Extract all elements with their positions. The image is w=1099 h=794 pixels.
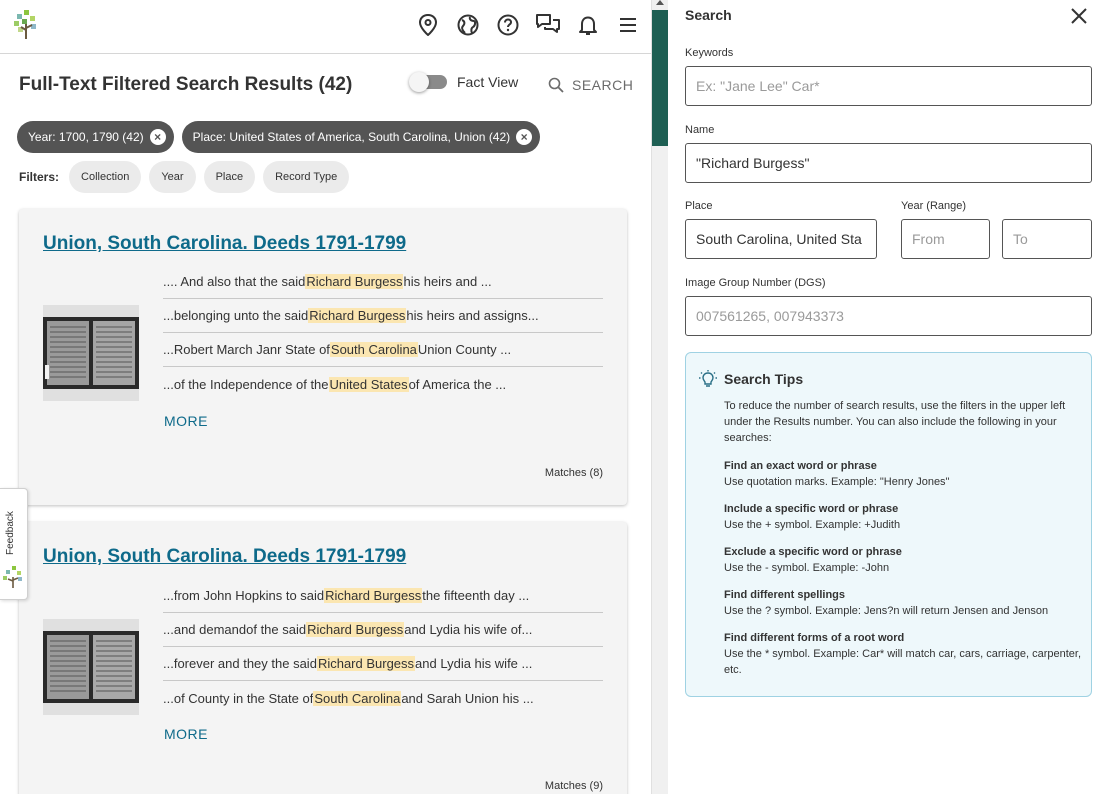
highlight: Richard Burgess	[305, 274, 404, 289]
search-button-label: SEARCH	[572, 77, 634, 93]
result-title-link[interactable]: Union, South Carolina. Deeds 1791-1799	[43, 233, 406, 255]
search-tips-box: Search Tips To reduce the number of sear…	[685, 352, 1092, 697]
filter-place[interactable]: Place	[203, 161, 256, 193]
location-pin-icon[interactable]	[415, 12, 441, 38]
active-filter-chip-year[interactable]: Year: 1700, 1790 (42) ×	[17, 121, 174, 153]
snippet: ...and demandof the said Richard Burgess…	[163, 613, 603, 647]
lightbulb-icon	[698, 369, 718, 389]
feedback-tab[interactable]: Feedback	[0, 488, 28, 600]
scroll-up-arrow-icon[interactable]	[656, 0, 664, 5]
search-icon	[548, 77, 564, 93]
matches-count: Matches (8)	[544, 467, 603, 479]
tip-item: Find different forms of a root word Use …	[724, 630, 1084, 678]
place-input[interactable]: South Carolina, United Sta	[685, 219, 877, 259]
filter-year[interactable]: Year	[149, 161, 196, 193]
tip-body: Use quotation marks. Example: "Henry Jon…	[724, 476, 950, 488]
familysearch-logo-icon[interactable]	[12, 8, 40, 40]
result-title-link[interactable]: Union, South Carolina. Deeds 1791-1799	[43, 546, 406, 568]
highlight: South Carolina	[329, 342, 418, 357]
filters-label: Filters:	[19, 170, 60, 184]
help-icon[interactable]	[495, 12, 521, 38]
tip-heading: Exclude a specific word or phrase	[724, 546, 902, 558]
results-panel: Full-Text Filtered Search Results (42) F…	[0, 0, 651, 794]
name-label: Name	[685, 124, 715, 136]
year-from-input[interactable]: From	[901, 219, 990, 259]
year-range-label: Year (Range)	[901, 200, 967, 212]
more-link[interactable]: MORE	[164, 726, 208, 742]
filter-record-type[interactable]: Record Type	[263, 161, 350, 193]
snippet: ...of County in the State of South Carol…	[163, 690, 534, 706]
highlight: Richard Burgess	[306, 622, 405, 637]
remove-filter-icon[interactable]: ×	[516, 129, 533, 145]
active-filter-chips: Year: 1700, 1790 (42) × Place: United St…	[17, 121, 541, 153]
remove-filter-icon[interactable]: ×	[149, 129, 166, 145]
place-label: Place	[685, 200, 713, 212]
search-panel: Search Keywords Ex: "Jane Lee" Car* Name…	[668, 0, 1099, 794]
snippet-list: .... And also that the said Richard Burg…	[163, 265, 603, 401]
tip-item: Include a specific word or phrase Use th…	[724, 501, 1084, 533]
tip-item: Find an exact word or phrase Use quotati…	[724, 458, 1084, 490]
globe-icon[interactable]	[455, 12, 481, 38]
chip-label: Year: 1700, 1790 (42)	[28, 130, 144, 144]
toggle-knob[interactable]	[409, 72, 429, 92]
matches-count: Matches (9)	[544, 780, 603, 792]
dgs-input[interactable]: 007561265, 007943373	[685, 296, 1092, 336]
tip-body: Use the + symbol. Example: +Judith	[724, 519, 901, 531]
top-bar	[0, 0, 651, 54]
tip-body: Use the - symbol. Example: -John	[724, 562, 890, 574]
highlight: Richard Burgess	[316, 656, 416, 671]
search-tips-intro: To reduce the number of search results, …	[724, 400, 1066, 444]
record-thumbnail[interactable]	[43, 619, 139, 715]
snippet: .... And also that the said Richard Burg…	[163, 265, 603, 299]
active-filter-chip-place[interactable]: Place: United States of America, South C…	[181, 121, 541, 153]
snippet: ...from John Hopkins to said Richard Bur…	[163, 579, 603, 613]
scrollbar-thumb[interactable]	[652, 10, 669, 146]
tip-heading: Find different forms of a root word	[724, 632, 905, 644]
snippet: ...Robert March Janr State of South Caro…	[163, 333, 603, 367]
tip-heading: Find an exact word or phrase	[724, 460, 877, 472]
name-input[interactable]: "Richard Burgess"	[685, 143, 1092, 183]
search-panel-title: Search	[685, 7, 732, 23]
record-thumbnail[interactable]	[43, 305, 139, 401]
feedback-logo-icon	[3, 566, 22, 588]
tip-item: Find different spellings Use the ? symbo…	[724, 587, 1084, 619]
results-scrollbar[interactable]	[651, 0, 669, 794]
fact-view-label: Fact View	[457, 74, 519, 90]
menu-icon[interactable]	[615, 12, 641, 38]
tip-body: Use the * symbol. Example: Car* will mat…	[724, 648, 1082, 676]
search-button[interactable]: SEARCH	[548, 77, 633, 93]
chat-icon[interactable]	[535, 12, 561, 38]
result-card: Union, South Carolina. Deeds 1791-1799 .…	[19, 522, 627, 794]
snippet: ...forever and they the said Richard Bur…	[163, 647, 603, 681]
tip-heading: Include a specific word or phrase	[724, 503, 899, 515]
highlight: United States	[328, 376, 409, 392]
snippet: ...of the Independence of the United Sta…	[163, 376, 507, 392]
tip-body: Use the ? symbol. Example: Jens?n will r…	[724, 605, 1049, 617]
tip-item: Exclude a specific word or phrase Use th…	[724, 544, 1084, 576]
filters-bar: Filters: Collection Year Place Record Ty…	[19, 161, 350, 193]
year-to-input[interactable]: To	[1002, 219, 1092, 259]
keywords-input[interactable]: Ex: "Jane Lee" Car*	[685, 66, 1092, 106]
dgs-label: Image Group Number (DGS)	[685, 277, 826, 289]
highlight: South Carolina	[313, 690, 402, 706]
bell-icon[interactable]	[575, 12, 601, 38]
more-link[interactable]: MORE	[164, 413, 208, 429]
close-icon[interactable]	[1069, 6, 1089, 26]
fact-view-toggle[interactable]: Fact View	[409, 72, 519, 92]
page-title: Full-Text Filtered Search Results (42)	[19, 74, 353, 95]
keywords-label: Keywords	[685, 47, 734, 59]
tip-heading: Find different spellings	[724, 589, 846, 601]
snippet: ...belonging unto the said Richard Burge…	[163, 299, 603, 333]
chip-label: Place: United States of America, South C…	[192, 130, 511, 144]
result-card: Union, South Carolina. Deeds 1791-1799 .…	[19, 209, 627, 505]
toggle-switch[interactable]	[409, 72, 447, 92]
highlight: Richard Burgess	[308, 308, 407, 323]
snippet-list: ...from John Hopkins to said Richard Bur…	[163, 579, 603, 715]
search-tips-title: Search Tips	[724, 371, 804, 387]
filter-collection[interactable]: Collection	[69, 161, 142, 193]
highlight: Richard Burgess	[324, 588, 423, 603]
feedback-label: Feedback	[5, 511, 16, 555]
